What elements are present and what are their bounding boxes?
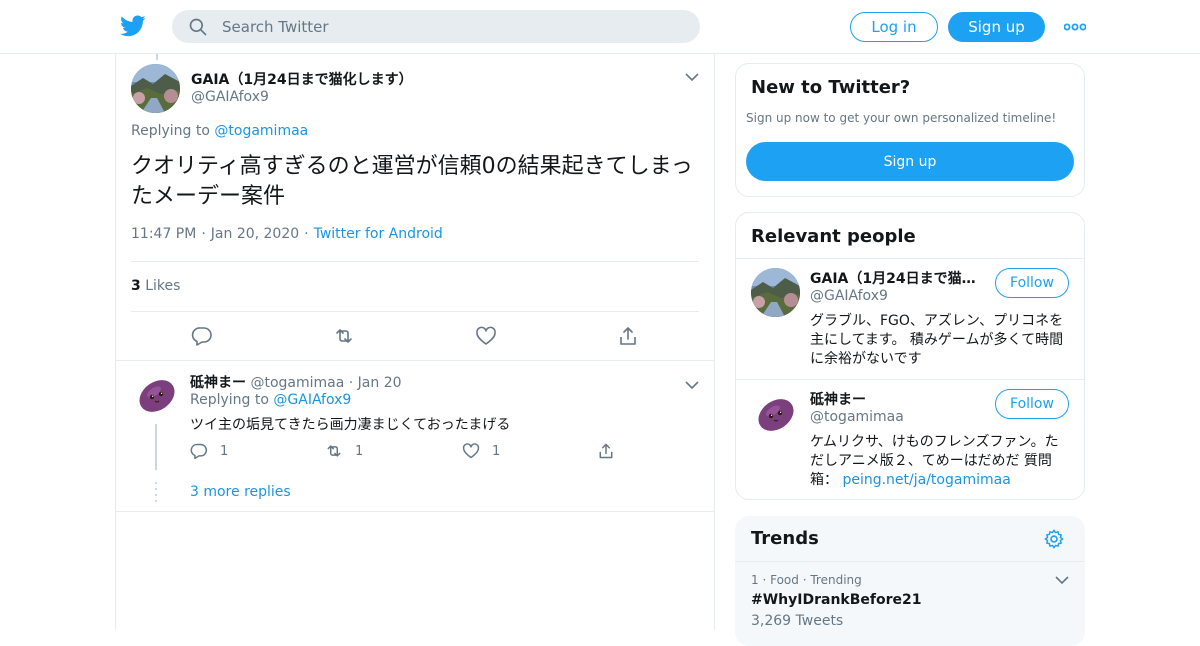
like-action[interactable]: 1 — [462, 442, 500, 460]
signup-button[interactable]: Sign up — [948, 12, 1045, 42]
separator-dot: · — [344, 375, 358, 391]
card-title: New to Twitter? — [751, 77, 911, 98]
person-card[interactable]: 砥神まー @togamimaa Follow ケムリクサ、けものフレンズファン。… — [736, 379, 1084, 499]
avatar[interactable] — [751, 389, 800, 438]
trend-item[interactable]: #WhyIDrankBefore21 — [751, 592, 921, 608]
heart-icon — [462, 443, 480, 459]
replying-to-link[interactable]: @togamimaa — [214, 123, 308, 139]
login-button[interactable]: Log in — [850, 12, 938, 42]
reply-text: ツイ主の垢見てきたら画力凄まじくておったまげる — [190, 417, 511, 433]
signup-button[interactable]: Sign up — [746, 142, 1074, 181]
retweet-icon — [327, 445, 341, 457]
avatar[interactable] — [131, 64, 180, 113]
trend-status: Trending — [810, 573, 862, 587]
card-title: Relevant people — [751, 226, 916, 247]
trend-count: 3,269 Tweets — [751, 613, 844, 629]
person-name[interactable]: 砥神まー — [810, 389, 980, 409]
thread-line — [156, 54, 158, 60]
separator-dot: · — [201, 226, 206, 242]
follow-button[interactable]: Follow — [995, 268, 1069, 298]
gear-icon[interactable] — [1043, 528, 1065, 550]
reply-count: 1 — [220, 443, 229, 459]
follow-button[interactable]: Follow — [995, 389, 1069, 419]
sweet-potato-avatar-image — [751, 389, 800, 438]
reply-icon[interactable] — [191, 325, 213, 347]
person-bio: グラブル、FGO、アズレン、プリコネを主にしてます。 積みゲームが多くて時間に余… — [810, 313, 1064, 367]
separator-dot: · — [762, 573, 771, 587]
tweet-meta: 11:47 PM · Jan 20, 2020 · Twitter for Androi… — [131, 226, 443, 242]
thread-line — [155, 424, 157, 470]
share-icon — [599, 443, 613, 459]
trend-meta: 1 · Food · Trending — [751, 573, 862, 587]
bio-link[interactable]: peing.net/ja/togamimaa — [842, 472, 1010, 488]
landscape-avatar-image — [751, 268, 800, 317]
chevron-down-icon[interactable] — [1055, 575, 1069, 585]
tweet-text: クオリティ高すぎるのと運営が信頼0の結果起きてしまったメーデー案件 — [131, 154, 693, 209]
retweet-action[interactable]: 1 — [325, 442, 363, 460]
tweet-date[interactable]: Jan 20, 2020 — [211, 226, 299, 242]
divider — [131, 261, 699, 262]
reply-author-handle[interactable]: @togamimaa — [250, 375, 344, 391]
likes-count: 3 — [131, 278, 141, 294]
replying-prefix: Replying to — [131, 123, 210, 139]
landscape-avatar-image — [131, 64, 180, 113]
search-input[interactable] — [222, 17, 682, 36]
tweet-source[interactable]: Twitter for Android — [314, 226, 443, 242]
sweet-potato-avatar-image — [132, 370, 181, 419]
retweet-count: 1 — [355, 443, 364, 459]
chevron-down-icon[interactable] — [685, 380, 699, 390]
person-name[interactable]: GAIA（1月24日まで猫化します） — [810, 268, 980, 288]
replying-to: Replying to @togamimaa — [131, 123, 308, 139]
likes-label: Likes — [145, 278, 181, 294]
card-subtitle: Sign up now to get your own personalized… — [746, 111, 1057, 125]
share-icon[interactable] — [617, 325, 639, 347]
search-bar[interactable] — [172, 10, 700, 43]
avatar[interactable] — [132, 370, 181, 419]
reply-icon — [190, 443, 208, 460]
person-bio: ケムリクサ、けものフレンズファン。ただしアニメ版２、てめーはだめだ 質問箱： p… — [810, 433, 1072, 490]
person-handle[interactable]: @togamimaa — [810, 409, 904, 425]
relevant-people-card: Relevant people GAIA（1月24日まで猫化します） @GAIA… — [735, 212, 1085, 500]
person-card[interactable]: GAIA（1月24日まで猫化します） @GAIAfox9 Follow グラブル… — [736, 258, 1084, 379]
share-action[interactable] — [597, 442, 627, 460]
more-dots-icon[interactable] — [1064, 17, 1086, 37]
likes-stat[interactable]: 3 Likes — [131, 278, 180, 294]
thread-dots — [155, 482, 157, 506]
new-to-twitter-card: New to Twitter? Sign up now to get your … — [735, 63, 1085, 197]
avatar[interactable] — [751, 268, 800, 317]
twitter-bird-icon[interactable] — [120, 13, 146, 39]
tweet-column: GAIA（1月24日まで猫化します） @GAIAfox9 Replying to… — [115, 54, 715, 630]
like-count: 1 — [492, 443, 501, 459]
reply-author-name[interactable]: 砥神まー — [190, 375, 246, 391]
replying-prefix: Replying to — [190, 392, 269, 408]
card-title: Trends — [751, 528, 819, 549]
replying-to-link[interactable]: @GAIAfox9 — [273, 392, 351, 408]
search-icon — [189, 18, 207, 35]
replying-to: Replying to @GAIAfox9 — [190, 392, 351, 408]
trend-category: Food — [770, 573, 799, 587]
separator-dot: · — [304, 226, 309, 242]
reply-action[interactable]: 1 — [190, 442, 228, 460]
heart-icon[interactable] — [475, 325, 497, 347]
divider — [735, 561, 1085, 562]
trends-card: Trends 1 · Food · Trending #WhyIDrankBef… — [735, 516, 1085, 646]
more-replies-link[interactable]: 3 more replies — [190, 484, 291, 500]
divider — [131, 311, 699, 312]
person-handle[interactable]: @GAIAfox9 — [810, 288, 888, 304]
reply-date[interactable]: Jan 20 — [358, 375, 402, 391]
reply-tweet[interactable]: 砥神まー @togamimaa · Jan 20 Replying to @GA… — [116, 360, 714, 512]
tweet-author-name[interactable]: GAIA（1月24日まで猫化します） — [191, 69, 413, 89]
reply-header: 砥神まー @togamimaa · Jan 20 — [190, 372, 402, 392]
chevron-down-icon[interactable] — [685, 72, 699, 82]
tweet-time[interactable]: 11:47 PM — [131, 226, 196, 242]
retweet-icon[interactable] — [333, 325, 355, 347]
tweet-author-handle[interactable]: @GAIAfox9 — [191, 89, 269, 105]
top-bar: Log in Sign up — [0, 0, 1200, 54]
trend-rank: 1 — [751, 573, 759, 587]
